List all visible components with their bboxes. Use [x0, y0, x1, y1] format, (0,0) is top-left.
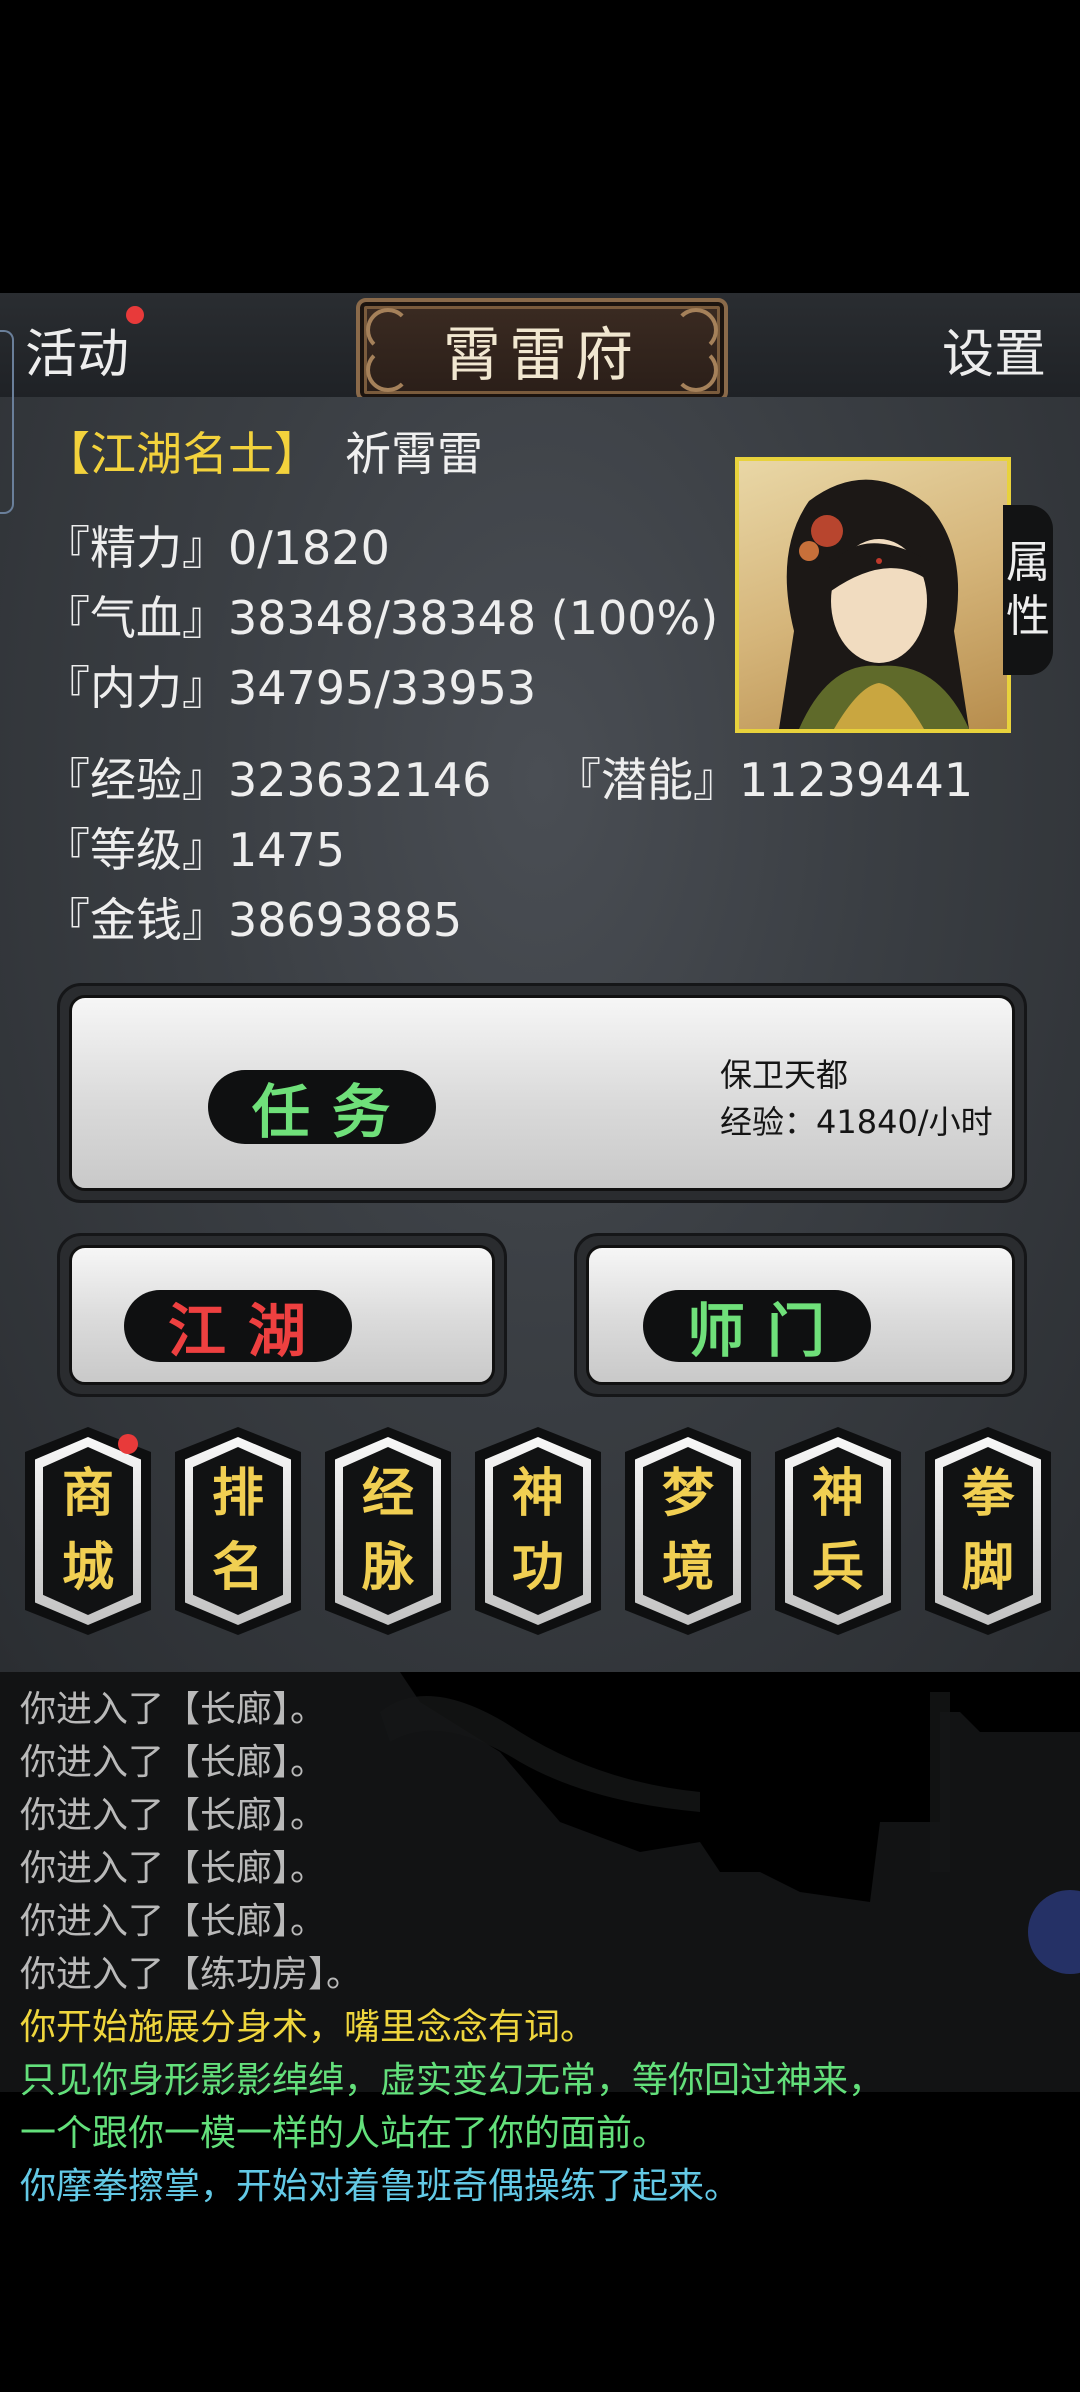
jianghu-label: 江湖 [124, 1290, 352, 1365]
menu-label: 城 [61, 1537, 114, 1598]
log-line: 你进入了【长廊】。 [20, 1848, 327, 1889]
jianghu-button[interactable]: 江湖 [57, 1233, 507, 1397]
money-stat: 『金钱』38693885 [44, 893, 463, 947]
menu-label: 脚 [961, 1537, 1014, 1598]
quest-button-face: 任务 保卫天都 经验：41840/小时 [69, 995, 1015, 1191]
jianghu-button-face: 江湖 [69, 1245, 495, 1385]
attributes-tab-label: 性 [1006, 591, 1050, 642]
ornament-icon [674, 308, 718, 352]
notification-dot-icon [126, 306, 144, 324]
menu-label: 经 [361, 1463, 414, 1524]
hp-stat: 『气血』38348/38348 (100%) [44, 591, 719, 645]
ornament-icon [366, 308, 410, 352]
quest-exp-rate: 经验：41840/小时 [720, 1103, 993, 1141]
log-line: 你摩拳擦掌，开始对着鲁班奇偶操练了起来。 [20, 2166, 741, 2207]
menu-label: 神 [511, 1463, 564, 1524]
shimen-button-face: 师门 [586, 1245, 1015, 1385]
menu-label: 脉 [361, 1537, 414, 1598]
notification-dot-icon [118, 1434, 138, 1454]
exp-stat: 『经验』323632146 [44, 753, 492, 807]
menu-divine-skill-button[interactable]: 神功 [475, 1427, 601, 1635]
log-line: 只见你身形影影绰绰，虚实变幻无常，等你回过神来， [20, 2060, 885, 2101]
character-name: 祈霄雷 [345, 427, 483, 481]
portrait-illustration-icon [779, 479, 969, 729]
menu-label: 境 [661, 1537, 714, 1598]
character-title-badge: 【江湖名士】 [44, 427, 320, 481]
stamina-stat: 『精力』0/1820 [44, 521, 390, 575]
menu-label: 名 [211, 1537, 264, 1598]
message-log[interactable]: 你进入了【长廊】。 你进入了【长廊】。 你进入了【长廊】。 你进入了【长廊】。 … [0, 1672, 1080, 2392]
menu-meridian-button[interactable]: 经脉 [325, 1427, 451, 1635]
shimen-label: 师门 [643, 1290, 871, 1365]
side-handle [0, 330, 14, 514]
ornament-icon [674, 348, 718, 392]
log-line: 你进入了【长廊】。 [20, 1742, 327, 1783]
menu-label: 功 [511, 1537, 564, 1598]
log-line: 你开始施展分身术，嘴里念念有词。 [20, 2007, 597, 2048]
menu-shop-button[interactable]: 商城 [25, 1427, 151, 1635]
log-line: 你进入了【练功房】。 [20, 1954, 363, 1995]
log-line: 你进入了【长廊】。 [20, 1689, 327, 1730]
quest-button[interactable]: 任务 保卫天都 经验：41840/小时 [57, 983, 1027, 1203]
menu-fist-kick-button[interactable]: 拳脚 [925, 1427, 1051, 1635]
menu-label: 商 [61, 1463, 114, 1524]
menu-label: 神 [811, 1463, 864, 1524]
menu-label: 梦 [661, 1463, 714, 1524]
menu-label: 拳 [961, 1463, 1014, 1524]
shimen-button[interactable]: 师门 [574, 1233, 1027, 1397]
character-portrait[interactable] [735, 457, 1011, 733]
quest-name: 保卫天都 [720, 1056, 849, 1094]
quest-info: 保卫天都 经验：41840/小时 [720, 1052, 993, 1146]
potential-stat: 『潜能』11239441 [555, 753, 974, 807]
level-stat: 『等级』1475 [44, 823, 346, 877]
location-title-plaque: 霄雷府 [356, 298, 728, 402]
log-line: 你进入了【长廊】。 [20, 1795, 327, 1836]
attributes-tab[interactable]: 属 性 [1003, 505, 1053, 675]
settings-button[interactable]: 设置 [942, 312, 1046, 387]
menu-divine-weapon-button[interactable]: 神兵 [775, 1427, 901, 1635]
quest-label: 任务 [208, 1070, 436, 1146]
ornament-icon [366, 348, 410, 392]
activity-button[interactable]: 活动 [25, 312, 129, 387]
menu-dreamland-button[interactable]: 梦境 [625, 1427, 751, 1635]
mp-stat: 『内力』34795/33953 [44, 661, 537, 715]
attributes-tab-label: 属 [1006, 537, 1050, 588]
menu-label: 排 [211, 1463, 264, 1524]
location-title: 霄雷府 [442, 321, 641, 389]
log-line: 你进入了【长廊】。 [20, 1901, 327, 1942]
log-line: 一个跟你一模一样的人站在了你的面前。 [20, 2113, 669, 2154]
menu-label: 兵 [811, 1537, 864, 1598]
menu-ranking-button[interactable]: 排名 [175, 1427, 301, 1635]
